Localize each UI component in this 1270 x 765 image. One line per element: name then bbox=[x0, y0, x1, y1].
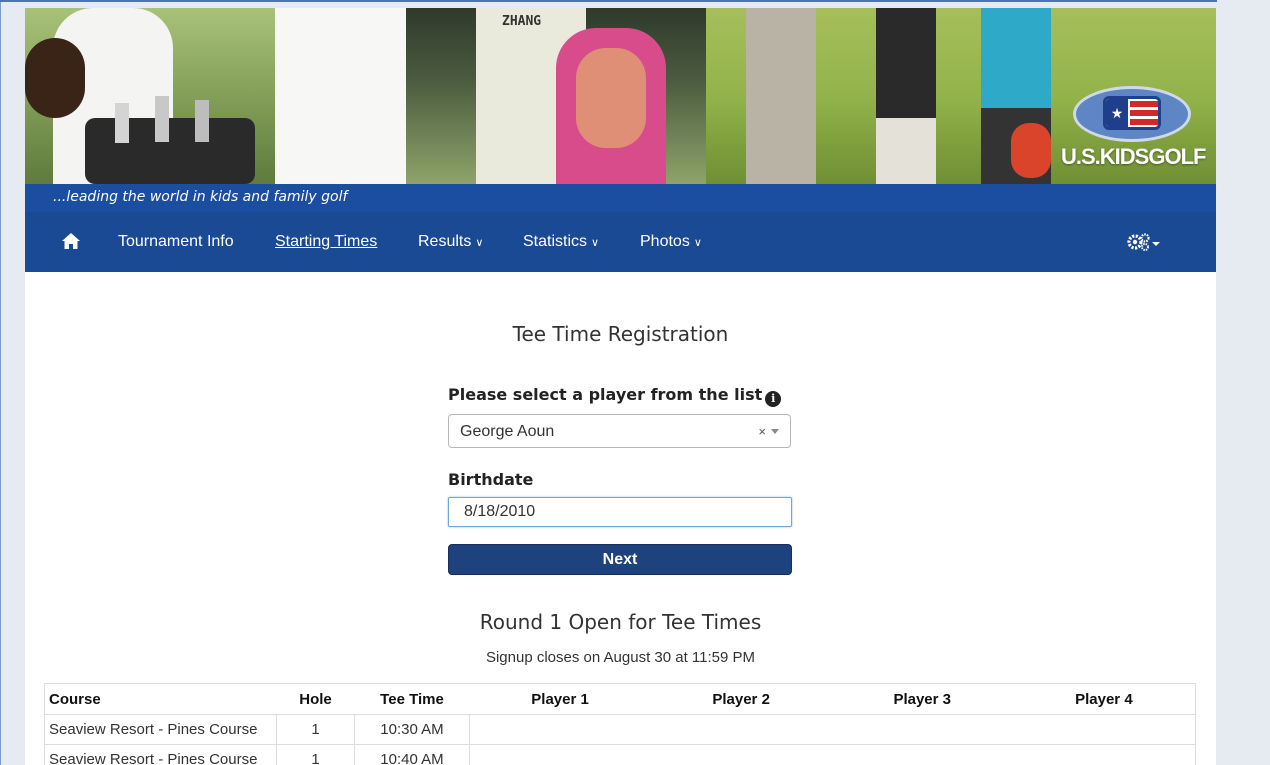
window-left-edge bbox=[0, 0, 1, 765]
tagline: ...leading the world in kids and family … bbox=[53, 189, 348, 205]
nav-statistics-label: Statistics bbox=[523, 233, 588, 250]
nav-results-label: Results bbox=[418, 233, 472, 250]
clear-icon[interactable]: × bbox=[758, 424, 766, 439]
signup-deadline: Signup closes on August 30 at 11:59 PM bbox=[485, 649, 756, 666]
cell-hole: 1 bbox=[276, 744, 355, 765]
info-icon[interactable]: i bbox=[765, 391, 782, 407]
home-icon[interactable] bbox=[61, 232, 81, 250]
main-nav: Tournament Info Starting Times Results ∨ … bbox=[25, 212, 1216, 272]
nav-photos-label: Photos bbox=[640, 233, 690, 250]
cell-course: Seaview Resort - Pines Course bbox=[44, 744, 277, 765]
player-select-value: George Aoun bbox=[460, 423, 555, 440]
window-top-edge bbox=[0, 0, 1217, 2]
cell-players-open[interactable] bbox=[469, 714, 1196, 745]
header-tee-time: Tee Time bbox=[354, 683, 470, 715]
round-title: Round 1 Open for Tee Times bbox=[479, 610, 762, 634]
banner-photo-golfers-with-bags bbox=[25, 8, 406, 184]
header-player-2: Player 2 bbox=[650, 683, 832, 715]
table-row[interactable]: Seaview Resort - Pines Course 1 10:40 AM bbox=[44, 744, 1196, 765]
header-hole: Hole bbox=[276, 683, 355, 715]
registration-title: Tee Time Registration bbox=[512, 322, 729, 346]
player-select-label: Please select a player from the list i bbox=[448, 385, 782, 407]
table-header-row: Course Hole Tee Time Player 1 Player 2 P… bbox=[44, 683, 1196, 715]
nav-tournament-info[interactable]: Tournament Info bbox=[118, 233, 234, 251]
banner-jersey-text: ZHANG bbox=[502, 14, 542, 29]
chevron-down-icon: ∨ bbox=[591, 237, 600, 249]
nav-tournament-info-label: Tournament Info bbox=[118, 233, 234, 250]
nav-results[interactable]: Results ∨ bbox=[418, 233, 483, 251]
cell-players-open[interactable] bbox=[469, 744, 1196, 765]
tee-times-table: Course Hole Tee Time Player 1 Player 2 P… bbox=[44, 683, 1196, 765]
dropdown-arrow-icon[interactable] bbox=[771, 429, 779, 434]
next-button[interactable]: Next bbox=[448, 544, 792, 575]
tagline-bar: ...leading the world in kids and family … bbox=[25, 184, 1216, 212]
usk-flag-icon: ★ bbox=[1103, 96, 1161, 130]
birthdate-input[interactable] bbox=[448, 497, 792, 527]
nav-starting-times[interactable]: Starting Times bbox=[275, 233, 377, 251]
cell-course: Seaview Resort - Pines Course bbox=[44, 714, 277, 745]
cell-tee-time: 10:40 AM bbox=[354, 744, 470, 765]
header-banner: ZHANG ★ U.S.KIDSGOLF bbox=[25, 8, 1216, 184]
header-player-3: Player 3 bbox=[831, 683, 1013, 715]
birthdate-label: Birthdate bbox=[448, 470, 534, 489]
banner-photo-embrace: ZHANG bbox=[406, 8, 706, 184]
player-select-label-text: Please select a player from the list bbox=[448, 385, 763, 404]
player-select[interactable]: George Aoun × bbox=[448, 414, 791, 448]
page-container: ZHANG ★ U.S.KIDSGOLF ...leading the worl… bbox=[25, 8, 1216, 765]
nav-starting-times-label: Starting Times bbox=[275, 233, 378, 250]
header-player-1: Player 1 bbox=[469, 683, 651, 715]
gears-icon[interactable] bbox=[1126, 232, 1162, 254]
header-course: Course bbox=[44, 683, 277, 715]
header-player-4: Player 4 bbox=[1012, 683, 1196, 715]
cell-hole: 1 bbox=[276, 714, 355, 745]
nav-statistics[interactable]: Statistics ∨ bbox=[523, 233, 599, 251]
nav-photos[interactable]: Photos ∨ bbox=[640, 233, 702, 251]
table-row[interactable]: Seaview Resort - Pines Course 1 10:30 AM bbox=[44, 714, 1196, 745]
usk-logo-text: U.S.KIDSGOLF bbox=[1061, 144, 1206, 169]
chevron-down-icon: ∨ bbox=[475, 237, 484, 249]
cell-tee-time: 10:30 AM bbox=[354, 714, 470, 745]
chevron-down-icon: ∨ bbox=[693, 237, 702, 249]
